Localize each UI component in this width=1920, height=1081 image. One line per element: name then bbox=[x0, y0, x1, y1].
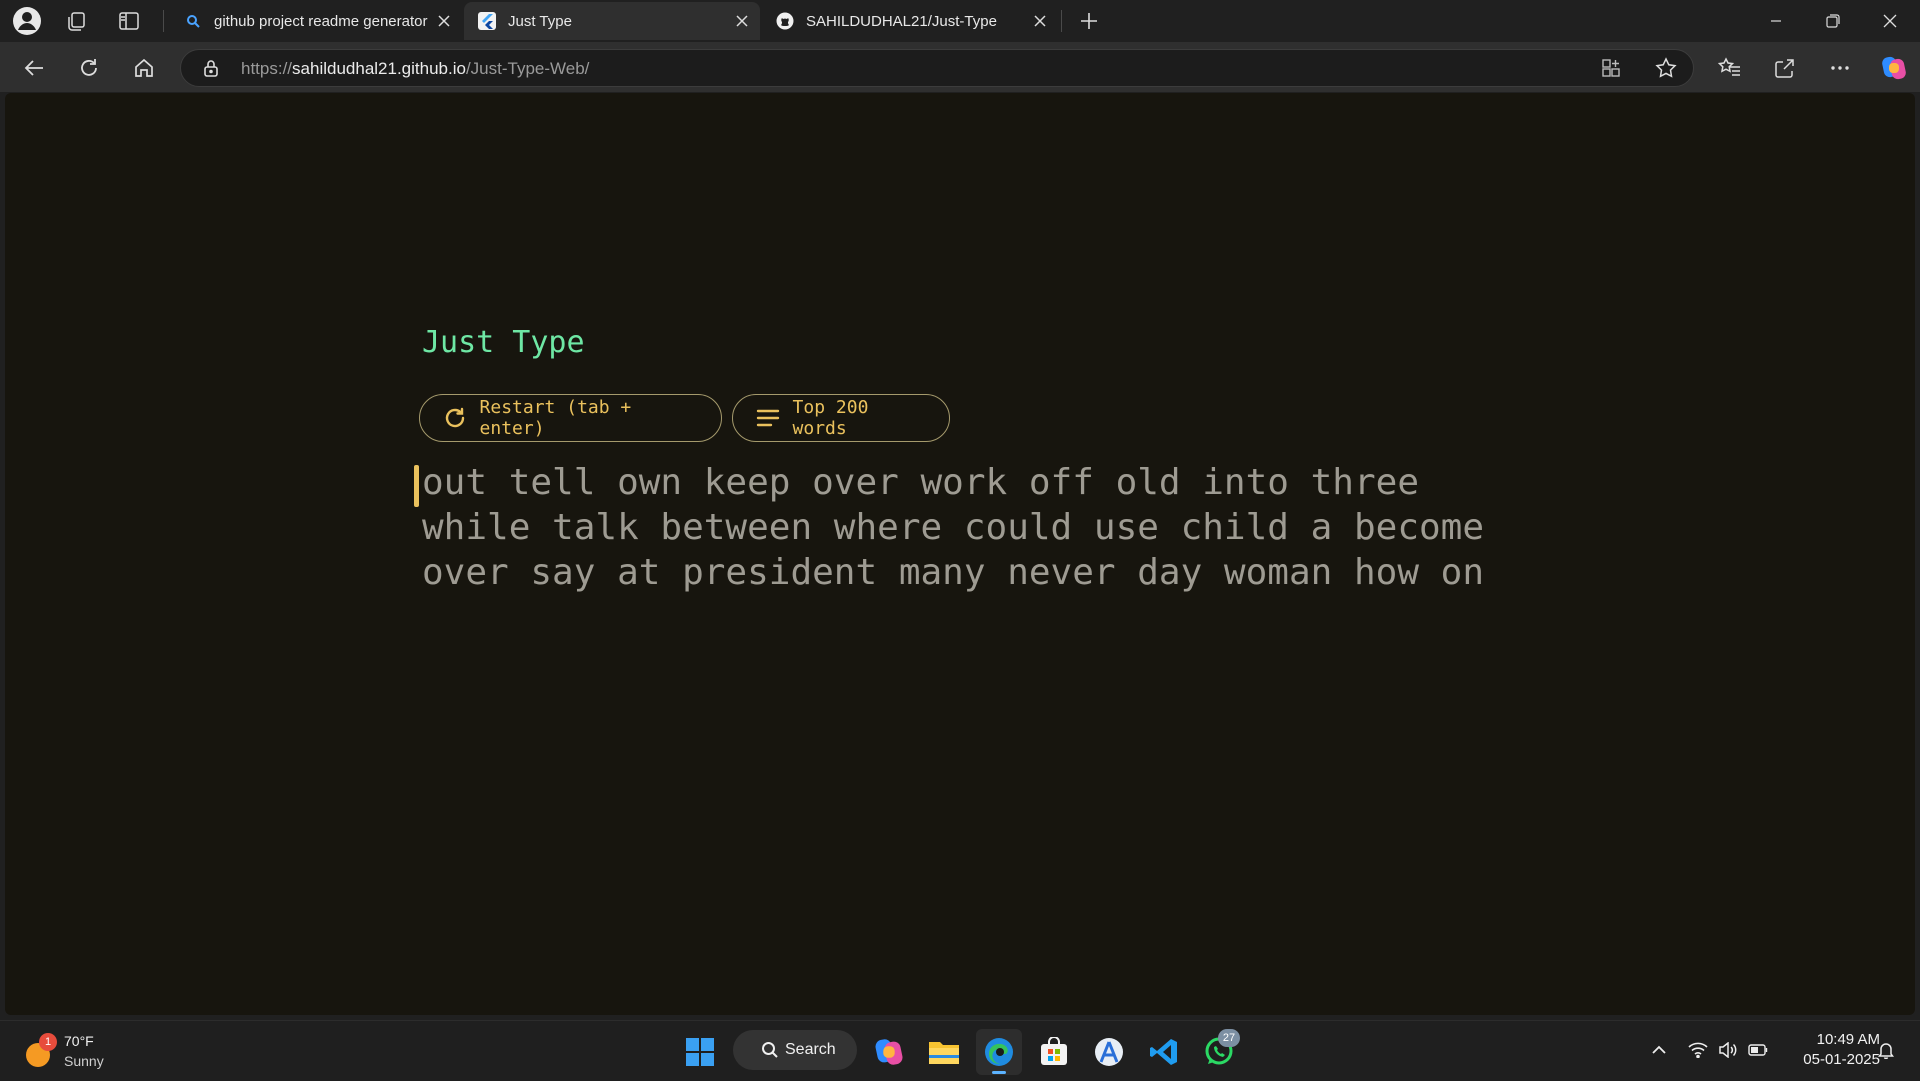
collections-icon[interactable] bbox=[62, 6, 92, 36]
lock-icon[interactable] bbox=[203, 59, 219, 82]
wifi-icon[interactable] bbox=[1684, 1035, 1712, 1065]
microsoft-store-icon[interactable] bbox=[1031, 1029, 1077, 1075]
word-set-label: Top 200 words bbox=[792, 397, 869, 439]
search-icon bbox=[184, 12, 202, 30]
restart-button[interactable]: Restart (tab + enter) bbox=[419, 394, 722, 442]
tab-bar: github project readme generator Just Typ… bbox=[0, 0, 1920, 42]
address-bar[interactable]: https://sahildudhal21.github.io/Just-Typ… bbox=[180, 49, 1694, 87]
whatsapp-icon[interactable]: 27 bbox=[1196, 1029, 1242, 1075]
refresh-button[interactable] bbox=[71, 50, 107, 86]
battery-icon[interactable] bbox=[1744, 1035, 1772, 1065]
tab-separator bbox=[1061, 10, 1062, 32]
tab-just-type[interactable]: Just Type bbox=[464, 2, 760, 40]
close-tab-icon[interactable] bbox=[1026, 7, 1054, 35]
word-set-button[interactable]: Top 200 words bbox=[732, 394, 950, 442]
typing-caret bbox=[414, 465, 419, 507]
vscode-icon[interactable] bbox=[1141, 1029, 1187, 1075]
url-domain: sahildudhal21.github.io bbox=[292, 59, 466, 78]
close-tab-icon[interactable] bbox=[430, 7, 458, 35]
refresh-icon bbox=[442, 405, 468, 431]
tab-readme-search[interactable]: github project readme generator bbox=[170, 2, 462, 40]
typing-area[interactable]: out tell own keep over work off old into… bbox=[422, 460, 1484, 595]
chevron-up-icon[interactable] bbox=[1648, 1035, 1670, 1065]
restore-button[interactable] bbox=[1805, 0, 1861, 42]
copilot-icon[interactable] bbox=[1876, 50, 1912, 86]
volume-icon[interactable] bbox=[1714, 1035, 1742, 1065]
favorites-button[interactable] bbox=[1711, 50, 1747, 86]
file-explorer-icon[interactable] bbox=[921, 1029, 967, 1075]
vertical-tabs-icon[interactable] bbox=[114, 6, 144, 36]
tab-label: Just Type bbox=[508, 12, 572, 30]
copilot-app-icon[interactable] bbox=[866, 1029, 912, 1075]
home-button[interactable] bbox=[126, 50, 162, 86]
favorite-star-icon[interactable] bbox=[1655, 57, 1677, 84]
android-studio-icon[interactable] bbox=[1086, 1029, 1132, 1075]
notification-bell-icon[interactable] bbox=[1874, 1035, 1898, 1065]
windows-icon bbox=[686, 1038, 714, 1066]
restart-label: Restart (tab + enter) bbox=[479, 397, 632, 439]
tab-label: github project readme generator bbox=[214, 12, 428, 30]
tab-label: SAHILDUDHAL21/Just-Type bbox=[806, 12, 997, 30]
new-tab-button[interactable] bbox=[1074, 6, 1104, 36]
text-line: over say at president many never day wom… bbox=[422, 552, 1485, 593]
github-icon bbox=[776, 12, 794, 30]
taskbar: 1 70°F Sunny Search 27 10:49 AM 05-01-20… bbox=[0, 1020, 1920, 1081]
close-tab-icon[interactable] bbox=[728, 7, 756, 35]
whatsapp-badge: 27 bbox=[1218, 1029, 1240, 1047]
active-app-indicator bbox=[992, 1071, 1006, 1074]
profile-icon[interactable] bbox=[12, 6, 42, 36]
more-options-button[interactable] bbox=[1822, 50, 1858, 86]
clock[interactable]: 10:49 AM 05-01-2025 bbox=[1780, 1030, 1880, 1070]
weather-widget[interactable]: 1 70°F Sunny bbox=[24, 1031, 144, 1073]
url-scheme: https:// bbox=[241, 59, 293, 78]
url-path: /Just-Type-Web/ bbox=[465, 59, 590, 78]
date: 05-01-2025 bbox=[1803, 1051, 1880, 1068]
navigation-bar: https://sahildudhal21.github.io/Just-Typ… bbox=[0, 42, 1920, 92]
tab-separator bbox=[163, 10, 164, 32]
text-line: while talk between where could use child… bbox=[422, 507, 1485, 548]
taskbar-search[interactable]: Search bbox=[733, 1030, 857, 1070]
time: 10:49 AM bbox=[1816, 1031, 1880, 1048]
list-icon bbox=[755, 405, 781, 431]
minimize-button[interactable] bbox=[1748, 0, 1804, 42]
app-available-icon[interactable] bbox=[1601, 58, 1621, 83]
url-text[interactable]: https://sahildudhal21.github.io/Just-Typ… bbox=[241, 59, 589, 79]
search-label: Search bbox=[785, 1041, 836, 1058]
temperature: 70°F bbox=[64, 1033, 94, 1049]
close-window-button[interactable] bbox=[1862, 0, 1918, 42]
start-button[interactable] bbox=[677, 1029, 723, 1075]
back-button[interactable] bbox=[16, 50, 52, 86]
weather-badge: 1 bbox=[39, 1033, 57, 1051]
share-button[interactable] bbox=[1767, 50, 1803, 86]
app-title: Just Type bbox=[422, 325, 585, 360]
edge-icon[interactable] bbox=[976, 1029, 1022, 1075]
text-line: out tell own keep over work off old into… bbox=[422, 462, 1419, 503]
search-icon bbox=[762, 1042, 778, 1058]
tab-github-repo[interactable]: SAHILDUDHAL21/Just-Type bbox=[762, 2, 1058, 40]
weather-condition: Sunny bbox=[64, 1053, 104, 1069]
flutter-icon bbox=[478, 12, 496, 30]
